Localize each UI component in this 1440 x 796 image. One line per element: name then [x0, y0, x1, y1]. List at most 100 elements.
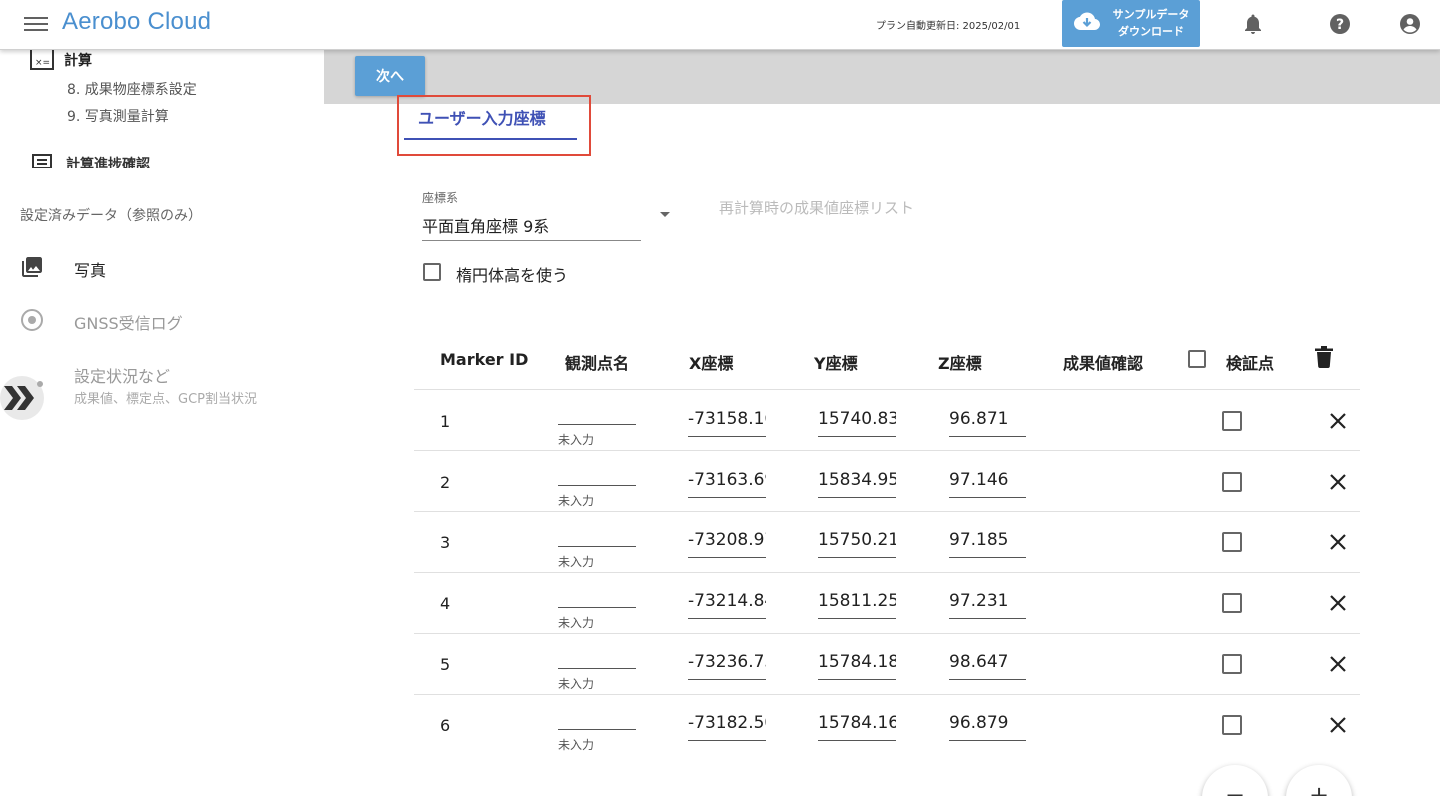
- bell-icon[interactable]: [1241, 12, 1265, 36]
- verification-checkbox[interactable]: [1222, 715, 1242, 735]
- x-coord-value: -73236.73: [688, 652, 766, 672]
- y-coord-input[interactable]: 15811.257: [818, 591, 896, 619]
- sidebar-section-title: 設定済みデータ（参照のみ）: [20, 208, 202, 224]
- sidebar-item-photogrammetry[interactable]: 9. 写真測量計算: [67, 106, 169, 126]
- verification-checkbox[interactable]: [1222, 472, 1242, 492]
- calculator-icon: ×=: [30, 50, 54, 70]
- z-coord-input[interactable]: 96.871: [949, 409, 1026, 437]
- x-coord-input[interactable]: -73236.73: [688, 652, 766, 680]
- point-name-input[interactable]: [558, 424, 636, 425]
- col-header-x: X座標: [689, 354, 734, 373]
- sidebar-settings-sub: 成果値、標定点、GCP割当状況: [74, 392, 257, 407]
- z-coord-input[interactable]: 96.879: [949, 713, 1026, 741]
- next-button[interactable]: 次へ: [355, 56, 425, 96]
- sidebar-item-settings-status[interactable]: 設定状況など 成果値、標定点、GCP割当状況: [20, 359, 320, 407]
- crs-value: 平面直角座標 9系: [422, 217, 550, 236]
- y-coord-input[interactable]: 15740.830: [818, 409, 896, 437]
- select-all-verification-checkbox[interactable]: [1188, 350, 1206, 368]
- account-icon[interactable]: [1398, 12, 1422, 36]
- tab-user-input-label: ユーザー入力座標: [418, 109, 546, 128]
- point-name-input[interactable]: [558, 546, 636, 547]
- y-coord-input[interactable]: 15784.186: [818, 652, 896, 680]
- y-coord-value: 15750.218: [818, 530, 896, 550]
- close-icon[interactable]: [1328, 472, 1348, 492]
- y-coord-value: 15784.186: [818, 652, 896, 672]
- point-name-input[interactable]: [558, 485, 636, 486]
- x-coord-input[interactable]: -73163.69: [688, 470, 766, 498]
- z-coord-input[interactable]: 97.231: [949, 591, 1026, 619]
- row-divider: [414, 694, 1360, 695]
- marker-id-cell: 2: [440, 473, 451, 492]
- close-icon[interactable]: [1328, 411, 1348, 431]
- ellipsoid-height-checkbox[interactable]: [423, 263, 441, 281]
- col-header-result-check: 成果値確認: [1063, 354, 1144, 373]
- z-coord-value: 97.231: [949, 591, 1009, 611]
- close-icon[interactable]: [1328, 532, 1348, 552]
- x-coord-input[interactable]: -73182.50: [688, 713, 766, 741]
- photo-library-icon: [22, 257, 42, 277]
- sidebar-item-progress[interactable]: 計算進捗確認: [66, 154, 150, 168]
- sidebar-item-crs-setting[interactable]: 8. 成果物座標系設定: [67, 79, 197, 99]
- verification-checkbox[interactable]: [1222, 411, 1242, 431]
- marker-id-cell: 3: [440, 533, 451, 552]
- svg-text:?: ?: [1336, 17, 1344, 33]
- z-coord-input[interactable]: 97.146: [949, 470, 1026, 498]
- sample-download-line1: サンプルデータ: [1112, 8, 1190, 21]
- sample-data-download-button[interactable]: サンプルデータ ダウンロード: [1062, 0, 1200, 47]
- y-coord-input[interactable]: 15834.957: [818, 470, 896, 498]
- x-coord-input[interactable]: -73214.84: [688, 591, 766, 619]
- chevron-down-icon[interactable]: [660, 212, 670, 217]
- col-header-y: Y座標: [814, 354, 858, 373]
- x-coord-value: -73214.84: [688, 591, 766, 611]
- header-divider: [414, 389, 1360, 390]
- y-coord-input[interactable]: 15750.218: [818, 530, 896, 558]
- delete-all-icon[interactable]: [1315, 346, 1333, 368]
- row-divider: [414, 511, 1360, 512]
- close-icon[interactable]: [1328, 593, 1348, 613]
- y-coord-value: 15811.257: [818, 591, 896, 611]
- app-header: Aerobo Cloud プラン自動更新日: 2025/02/01 サンプルデー…: [0, 0, 1440, 50]
- x-coord-value: -73182.50: [688, 713, 766, 733]
- remove-row-button[interactable]: −: [1202, 765, 1268, 796]
- z-coord-value: 98.647: [949, 652, 1009, 672]
- sidebar: ×= 計算 8. 成果物座標系設定 9. 写真測量計算 計算進捗確認 設定済みデ…: [0, 50, 324, 796]
- verification-checkbox[interactable]: [1222, 593, 1242, 613]
- minus-icon: −: [1224, 781, 1246, 796]
- add-row-button[interactable]: +: [1286, 765, 1352, 796]
- y-coord-value: 15834.957: [818, 470, 896, 490]
- menu-icon[interactable]: [24, 14, 48, 34]
- sidebar-item-photos[interactable]: 写真: [20, 253, 320, 283]
- point-name-placeholder: 未入力: [558, 738, 595, 752]
- x-coord-input[interactable]: -73208.97: [688, 530, 766, 558]
- brand-title[interactable]: Aerobo Cloud: [62, 8, 211, 36]
- cloud-download-icon: [1074, 12, 1100, 30]
- marker-id-cell: 5: [440, 655, 451, 674]
- z-coord-input[interactable]: 98.647: [949, 652, 1026, 680]
- row-divider: [414, 572, 1360, 573]
- close-icon[interactable]: [1328, 715, 1348, 735]
- close-icon[interactable]: [1328, 654, 1348, 674]
- z-coord-value: 96.871: [949, 409, 1009, 429]
- point-name-input[interactable]: [558, 668, 636, 669]
- svg-text:×=: ×=: [35, 58, 50, 68]
- point-name-placeholder: 未入力: [558, 677, 595, 691]
- point-name-input[interactable]: [558, 729, 636, 730]
- verification-checkbox[interactable]: [1222, 532, 1242, 552]
- verification-checkbox[interactable]: [1222, 654, 1242, 674]
- col-header-point-name: 観測点名: [565, 354, 630, 373]
- radio-target-icon: [21, 309, 43, 331]
- x-coord-input[interactable]: -73158.16: [688, 409, 766, 437]
- z-coord-input[interactable]: 97.185: [949, 530, 1026, 558]
- crs-select[interactable]: 平面直角座標 9系: [422, 206, 641, 241]
- recalc-result-list-link[interactable]: 再計算時の成果値座標リスト: [719, 197, 914, 218]
- marker-id-cell: 4: [440, 594, 451, 613]
- col-header-marker-id: Marker ID: [440, 350, 529, 369]
- tab-user-input-coords[interactable]: ユーザー入力座標: [404, 100, 577, 140]
- crs-label: 座標系: [422, 191, 459, 205]
- help-icon[interactable]: ?: [1328, 12, 1352, 36]
- point-name-placeholder: 未入力: [558, 494, 595, 508]
- y-coord-input[interactable]: 15784.161: [818, 713, 896, 741]
- sidebar-item-gnss[interactable]: GNSS受信ログ: [20, 306, 320, 336]
- z-coord-value: 96.879: [949, 713, 1009, 733]
- point-name-input[interactable]: [558, 607, 636, 608]
